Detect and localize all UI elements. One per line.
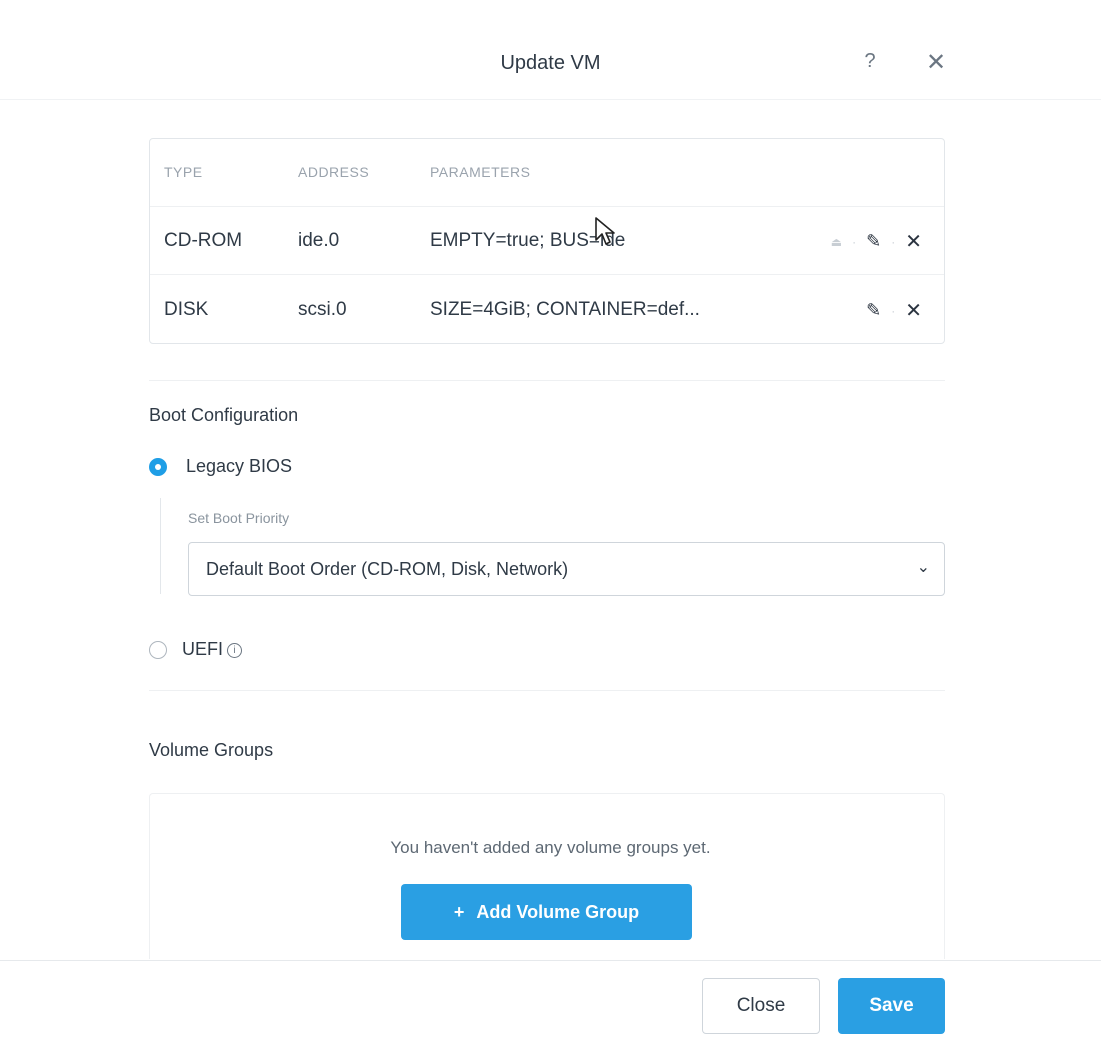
- eject-icon[interactable]: ⏏: [831, 235, 842, 249]
- update-vm-dialog: Update VM ? ✕ TYPE ADDRESS PARAMETERS CD…: [0, 0, 1101, 1039]
- plus-icon: +: [453, 901, 465, 922]
- add-volume-group-label: Add Volume Group: [476, 901, 640, 922]
- table-header: TYPE ADDRESS PARAMETERS: [150, 139, 944, 207]
- separator-dot: ·: [891, 303, 896, 318]
- uefi-label: UEFI: [182, 639, 224, 659]
- section-divider: [149, 690, 945, 691]
- disk-address: scsi.0: [298, 299, 347, 320]
- table-row: DISK scsi.0 SIZE=4GiB; CONTAINER=def... …: [150, 276, 944, 344]
- dialog-header: Update VM ? ✕: [0, 0, 1101, 100]
- remove-icon[interactable]: ✕: [905, 229, 922, 254]
- section-divider: [149, 380, 945, 381]
- column-header-parameters: PARAMETERS: [430, 164, 531, 180]
- boot-priority-value: Default Boot Order (CD-ROM, Disk, Networ…: [206, 559, 569, 579]
- legacy-bios-label[interactable]: Legacy BIOS: [186, 456, 292, 477]
- indent-guide: [160, 498, 161, 594]
- disk-address: ide.0: [298, 230, 340, 251]
- separator-dot: ·: [891, 234, 896, 249]
- column-header-type: TYPE: [164, 164, 203, 180]
- save-button[interactable]: Save: [838, 978, 945, 1034]
- boot-config-title: Boot Configuration: [149, 405, 299, 425]
- volume-groups-empty-message: You haven't added any volume groups yet.: [390, 838, 711, 857]
- separator-dot: ·: [852, 234, 857, 249]
- close-icon[interactable]: ✕: [922, 48, 950, 76]
- remove-icon[interactable]: ✕: [905, 298, 922, 323]
- chevron-down-icon: ⌄: [916, 559, 930, 576]
- column-header-address: ADDRESS: [298, 164, 370, 180]
- volume-groups-title: Volume Groups: [149, 740, 274, 760]
- edit-icon[interactable]: ✎: [866, 300, 881, 321]
- disk-type: CD-ROM: [164, 230, 243, 251]
- boot-priority-select[interactable]: Default Boot Order (CD-ROM, Disk, Networ…: [188, 542, 945, 596]
- legacy-bios-radio[interactable]: [149, 458, 167, 476]
- uefi-radio[interactable]: [149, 641, 167, 659]
- uefi-option[interactable]: UEFI i: [182, 639, 243, 660]
- boot-priority-label: Set Boot Priority: [188, 510, 290, 526]
- table-row: CD-ROM ide.0 EMPTY=true; BUS=ide ⏏ · ✎ ·…: [150, 207, 944, 275]
- edit-icon[interactable]: ✎: [866, 231, 881, 252]
- row-actions: ⏏ · ✎ · ✕: [831, 229, 922, 254]
- disks-table: TYPE ADDRESS PARAMETERS CD-ROM ide.0 EMP…: [149, 138, 945, 344]
- info-icon[interactable]: i: [227, 643, 243, 658]
- close-button[interactable]: Close: [702, 978, 820, 1034]
- add-volume-group-button[interactable]: + Add Volume Group: [401, 884, 692, 940]
- disk-type: DISK: [164, 299, 209, 320]
- help-icon[interactable]: ?: [858, 50, 882, 74]
- row-actions: ✎ · ✕: [866, 298, 922, 323]
- disk-parameters: SIZE=4GiB; CONTAINER=def...: [430, 299, 700, 320]
- disk-parameters: EMPTY=true; BUS=ide: [430, 230, 626, 251]
